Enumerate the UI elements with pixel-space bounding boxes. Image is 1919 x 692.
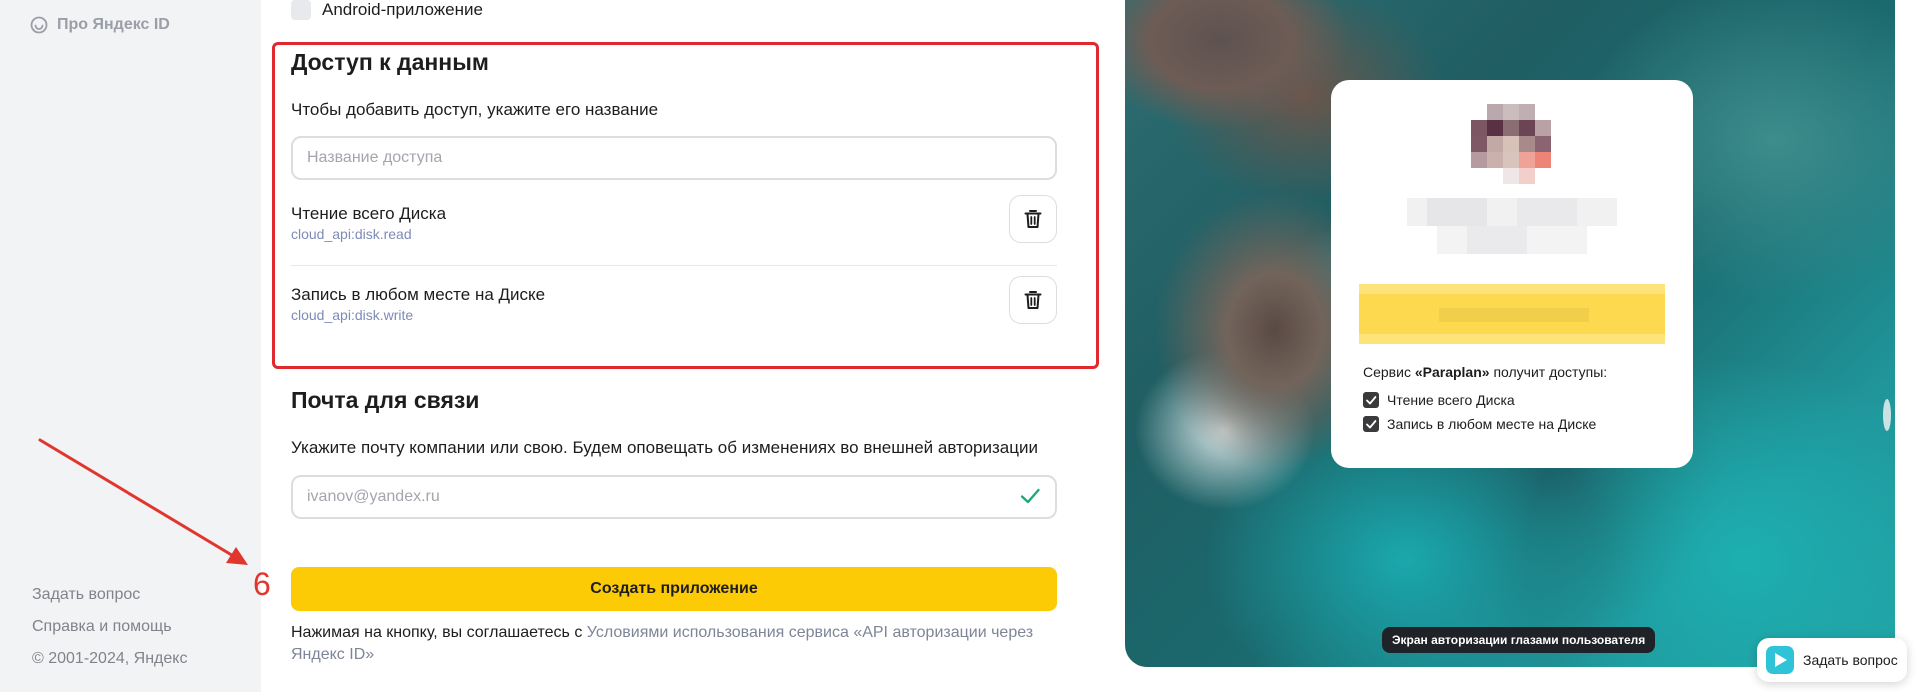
blurred-login-button <box>1359 284 1665 344</box>
data-access-section: Доступ к данным Чтобы добавить доступ, у… <box>272 42 1099 369</box>
android-label: Android-приложение <box>322 0 483 19</box>
sidebar-footer: Задать вопрос Справка и помощь © 2001-20… <box>32 579 187 675</box>
android-checkbox[interactable] <box>291 0 311 20</box>
scope-code: cloud_api:disk.read <box>291 226 412 242</box>
boat-icon <box>1883 399 1891 431</box>
permission-label: Чтение всего Диска <box>1387 392 1515 408</box>
data-access-subtitle: Чтобы добавить доступ, укажите его назва… <box>291 100 659 119</box>
checkbox-checked-icon <box>1363 392 1379 408</box>
preview-caption: Экран авторизации глазами пользователя <box>1382 627 1656 653</box>
service-access-text: Сервис «Paraplan» получит доступы: <box>1363 364 1607 380</box>
create-app-button[interactable]: Создать приложение <box>291 567 1057 611</box>
help-link[interactable]: Справка и помощь <box>32 611 187 643</box>
scope-title: Запись в любом месте на Диске <box>291 285 546 304</box>
delete-scope-button[interactable] <box>1009 195 1057 243</box>
terms-prefix: Нажимая на кнопку, вы соглашаетесь с <box>291 624 587 641</box>
blurred-username <box>1407 198 1617 254</box>
sidebar: Про Яндекс ID Задать вопрос Справка и по… <box>0 0 261 692</box>
avatar <box>1471 104 1551 184</box>
ask-question-widget-label: Задать вопрос <box>1803 652 1898 668</box>
access-name-input[interactable] <box>291 136 1057 180</box>
auth-preview-card: Сервис «Paraplan» получит доступы: Чтени… <box>1331 80 1693 468</box>
data-access-title: Доступ к данным <box>291 49 489 75</box>
scope-divider <box>291 265 1057 266</box>
service-suffix: получит доступы: <box>1489 364 1608 380</box>
contact-email-input[interactable] <box>291 475 1057 519</box>
ask-question-link[interactable]: Задать вопрос <box>32 579 187 611</box>
about-yandex-id-link[interactable]: Про Яндекс ID <box>30 16 170 34</box>
ask-question-widget[interactable]: Задать вопрос <box>1757 638 1907 682</box>
contact-email-subtitle: Укажите почту компании или свою. Будем о… <box>291 438 1038 457</box>
yandex-id-logo-icon <box>30 16 48 34</box>
annotation-step-number: 6 <box>253 566 271 602</box>
about-yandex-id-label: Про Яндекс ID <box>57 16 170 33</box>
checkbox-checked-icon <box>1363 416 1379 432</box>
chat-icon <box>1766 646 1794 674</box>
copyright-text: © 2001-2024, Яндекс <box>32 650 188 667</box>
scope-code: cloud_api:disk.write <box>291 307 414 323</box>
preview-permission-item: Запись в любом месте на Диске <box>1363 416 1596 432</box>
delete-scope-button[interactable] <box>1009 276 1057 324</box>
service-prefix: Сервис <box>1363 364 1415 380</box>
scope-item-disk-write: Запись в любом месте на Диске cloud_api:… <box>291 276 1057 365</box>
terms-text: Нажимая на кнопку, вы соглашаетесь с Усл… <box>291 622 1081 666</box>
annotation-arrow-icon <box>38 438 248 565</box>
trash-icon <box>1024 291 1042 309</box>
page-root: Про Яндекс ID Задать вопрос Справка и по… <box>0 0 1919 692</box>
preview-permission-item: Чтение всего Диска <box>1363 392 1515 408</box>
check-icon <box>1020 488 1040 504</box>
contact-email-title: Почта для связи <box>291 387 480 413</box>
trash-icon <box>1024 210 1042 228</box>
email-field-wrapper <box>291 475 1057 519</box>
permission-label: Запись в любом месте на Диске <box>1387 416 1597 432</box>
service-name: «Paraplan» <box>1414 364 1490 380</box>
android-platform-option[interactable]: Android-приложение <box>291 0 483 20</box>
app-form: Android-приложение Доступ к данным Чтобы… <box>261 0 1111 692</box>
scope-item-disk-read: Чтение всего Диска cloud_api:disk.read <box>291 195 1057 284</box>
auth-preview-panel: Сервис «Paraplan» получит доступы: Чтени… <box>1125 0 1895 667</box>
scope-title: Чтение всего Диска <box>291 204 447 223</box>
